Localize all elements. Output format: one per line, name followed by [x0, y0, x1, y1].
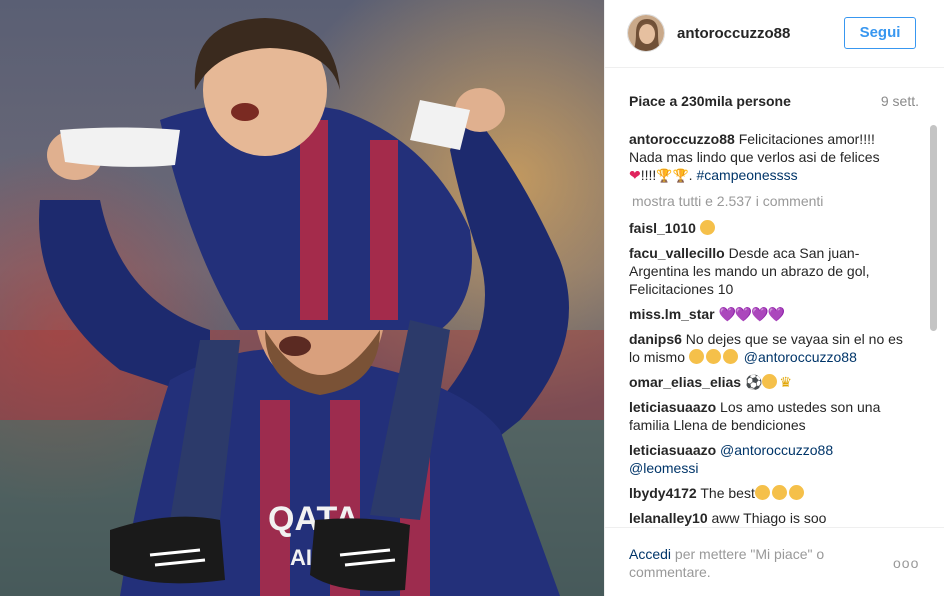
- photo-illustration: QATA AIR: [0, 0, 604, 596]
- comments-list[interactable]: antoroccuzzo88 Felicitaciones amor!!!! N…: [629, 130, 905, 527]
- comments-scrollbar[interactable]: [928, 125, 938, 527]
- post-username[interactable]: antoroccuzzo88: [677, 25, 790, 42]
- comment-item: omar_elias_elias ⚽ ♛: [629, 373, 905, 391]
- heart-emoji-icon: ❤: [629, 167, 641, 183]
- avatar-image: [628, 15, 664, 51]
- login-prompt: Accedi per mettere "Mi piace" o commenta…: [629, 545, 859, 581]
- caption-hashtag[interactable]: #campeonessss: [696, 167, 797, 183]
- login-link[interactable]: Accedi: [629, 546, 671, 562]
- comment-username[interactable]: lelanalley10: [629, 510, 708, 526]
- trophy-emoji-icon: 🏆: [656, 168, 673, 183]
- likes-row: Piace a 230mila persone 9 sett.: [629, 93, 919, 113]
- smile-emoji-icon: [699, 220, 715, 235]
- comment-text: aww Thiago is soo: [711, 510, 827, 526]
- comment-mention[interactable]: @leomessi: [629, 460, 698, 476]
- post-footer: Accedi per mettere "Mi piace" o commenta…: [605, 527, 944, 596]
- post-time[interactable]: 9 sett.: [881, 93, 919, 109]
- comment-username[interactable]: leticiasuaazo: [629, 399, 716, 415]
- heart-eyes-emoji-icon: [788, 485, 804, 500]
- soccer-ball-emoji-icon: ⚽: [744, 374, 763, 390]
- comment-username[interactable]: lbydy4172: [629, 485, 697, 501]
- comment-item: leticiasuaazo Los amo ustedes son una fa…: [629, 398, 905, 434]
- comment-item: faisl_1010: [629, 219, 905, 237]
- comment-mention[interactable]: @antoroccuzzo88: [720, 442, 833, 458]
- comment-item: facu_vallecillo Desde aca San juan-Argen…: [629, 244, 905, 298]
- user-avatar[interactable]: [627, 14, 665, 52]
- comment-mention[interactable]: @antoroccuzzo88: [744, 349, 857, 365]
- likes-count[interactable]: Piace a 230mila persone: [629, 93, 791, 109]
- comment-item: leticiasuaazo @antoroccuzzo88 @leomessi: [629, 441, 905, 477]
- more-options-icon[interactable]: ooo: [893, 555, 919, 571]
- crown-emoji-icon: ♛: [779, 374, 792, 390]
- post-photo[interactable]: QATA AIR: [0, 0, 604, 596]
- comment-username[interactable]: danips6: [629, 331, 682, 347]
- comment-username[interactable]: miss.lm_star: [629, 306, 715, 322]
- heart-eyes-emoji-icon: [762, 374, 778, 389]
- purple-heart-emoji-icon: 💜💜💜💜: [718, 306, 786, 322]
- comment-username[interactable]: facu_vallecillo: [629, 245, 725, 261]
- heart-eyes-emoji-icon: [754, 485, 770, 500]
- comment-item: miss.lm_star 💜💜💜💜: [629, 305, 905, 323]
- scrollbar-thumb[interactable]: [930, 125, 937, 331]
- comment-username[interactable]: omar_elias_elias: [629, 374, 741, 390]
- follow-button[interactable]: Segui: [844, 17, 916, 49]
- comment-item: lbydy4172 The best: [629, 484, 905, 502]
- show-all-comments-link[interactable]: mostra tutti e 2.537 i commenti: [632, 192, 905, 210]
- crying-emoji-icon: [705, 349, 721, 364]
- heart-eyes-emoji-icon: [771, 485, 787, 500]
- comment-item: danips6 No dejes que se vayaa sin el no …: [629, 330, 905, 366]
- caption: antoroccuzzo88 Felicitaciones amor!!!! N…: [629, 131, 880, 183]
- caption-username[interactable]: antoroccuzzo88: [629, 131, 735, 147]
- post-details-panel: antoroccuzzo88 Segui Piace a 230mila per…: [604, 0, 944, 596]
- post-header: antoroccuzzo88 Segui: [605, 0, 944, 68]
- caption-text-after: !!!!: [640, 167, 657, 183]
- comment-username[interactable]: leticiasuaazo: [629, 442, 716, 458]
- crying-emoji-icon: [688, 349, 704, 364]
- comment-text: The best: [700, 485, 755, 501]
- comment-username[interactable]: faisl_1010: [629, 220, 696, 236]
- comment-item: lelanalley10 aww Thiago is soo: [629, 509, 905, 527]
- trophy-emoji-icon: 🏆: [672, 168, 689, 183]
- crying-emoji-icon: [722, 349, 738, 364]
